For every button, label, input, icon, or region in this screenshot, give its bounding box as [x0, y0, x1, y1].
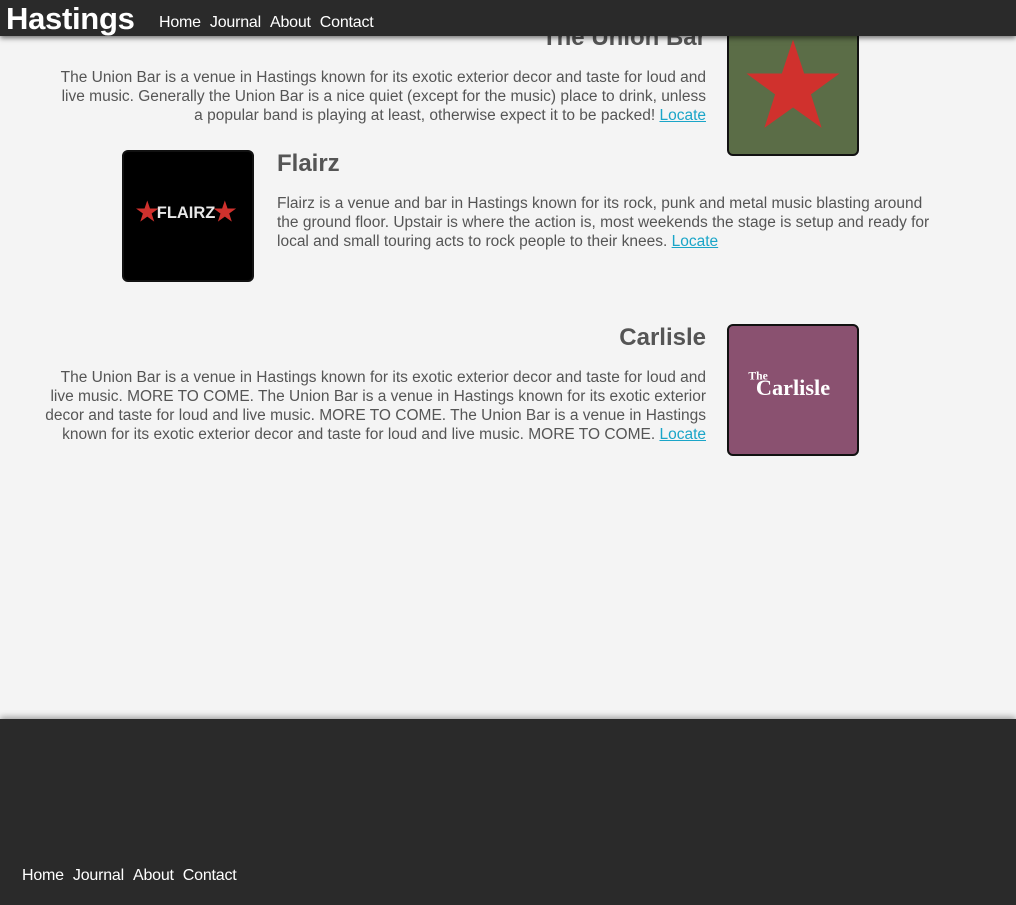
footer: Home Journal About Contact — [0, 719, 1016, 905]
flairz-logo: FLAIRZ — [136, 200, 237, 222]
venue-image-carlisle: The Carlisle — [727, 324, 859, 456]
venue-image-flairz: FLAIRZ — [122, 150, 254, 282]
nav-home[interactable]: Home — [159, 13, 201, 33]
top-nav: Home Journal About Contact — [159, 13, 383, 33]
venue-description-union-bar: The Union Bar is a venue in Hastings kno… — [50, 68, 706, 125]
footer-nav: Home Journal About Contact — [22, 866, 246, 886]
star-icon — [136, 200, 159, 222]
site-logo[interactable]: Hastings — [6, 1, 135, 37]
carlisle-logo-large-text: Carlisle — [756, 375, 830, 400]
red-star-icon — [746, 39, 840, 128]
footer-nav-home[interactable]: Home — [22, 866, 64, 886]
top-navigation-bar: Hastings Home Journal About Contact — [0, 0, 1016, 36]
footer-nav-contact[interactable]: Contact — [183, 866, 237, 886]
carlisle-logo: The Carlisle — [748, 369, 830, 400]
venue-image-union-bar — [727, 24, 859, 156]
venue-title-flairz: Flairz — [277, 150, 340, 177]
locate-link-flairz[interactable]: Locate — [672, 233, 719, 250]
venue-description-text: The Union Bar is a venue in Hastings kno… — [45, 369, 706, 443]
flairz-logo-text: FLAIRZ — [157, 204, 216, 222]
star-icon — [213, 200, 237, 222]
venue-description-text: The Union Bar is a venue in Hastings kno… — [60, 69, 706, 124]
nav-about[interactable]: About — [270, 13, 311, 33]
venue-description-text: Flairz is a venue and bar in Hastings kn… — [277, 195, 930, 250]
footer-nav-journal[interactable]: Journal — [73, 866, 124, 886]
venue-description-carlisle: The Union Bar is a venue in Hastings kno… — [44, 368, 706, 444]
locate-link-carlisle[interactable]: Locate — [659, 426, 706, 443]
footer-nav-about[interactable]: About — [133, 866, 174, 886]
locate-link-union-bar[interactable]: Locate — [659, 107, 706, 124]
venue-title-carlisle: Carlisle — [619, 324, 706, 351]
venue-description-flairz: Flairz is a venue and bar in Hastings kn… — [277, 194, 942, 251]
nav-contact[interactable]: Contact — [320, 13, 374, 33]
nav-journal[interactable]: Journal — [210, 13, 261, 33]
